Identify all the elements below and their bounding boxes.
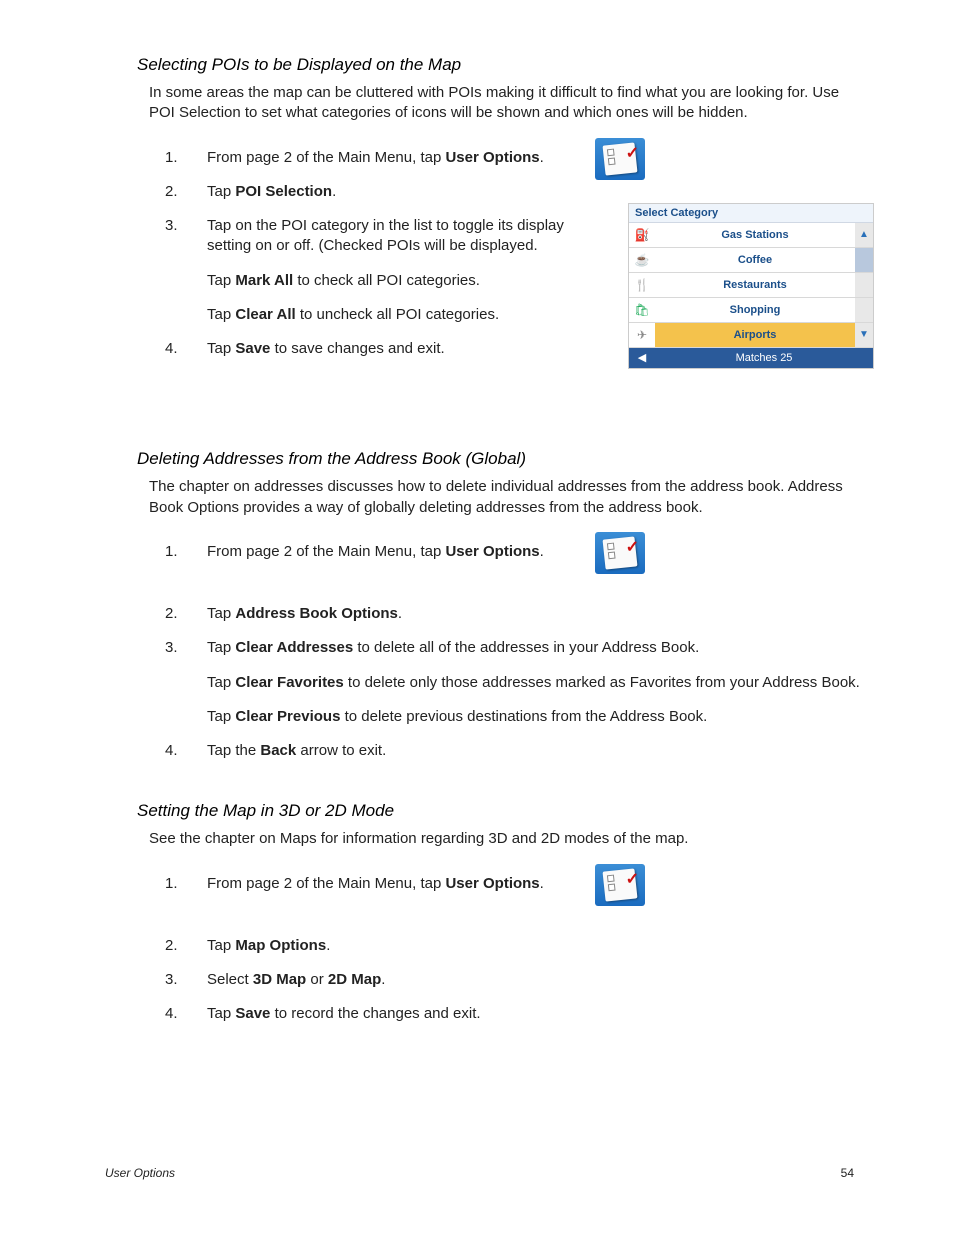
poi-screen-footer: ◀ Matches 25 [629, 348, 873, 368]
section-title-map: Setting the Map in 3D or 2D Mode [137, 801, 854, 821]
poi-category-icon: ⛽ [629, 228, 655, 242]
step-row: 2. Tap Address Book Options. [165, 604, 885, 624]
step-number: 4. [165, 339, 207, 359]
step-number: 4. [165, 741, 207, 761]
step-row: 4. Tap the Back arrow to exit. [165, 741, 885, 761]
section-intro-address: The chapter on addresses discusses how t… [149, 477, 854, 518]
step-number: 3. [165, 216, 207, 325]
step-body: From page 2 of the Main Menu, tap User O… [207, 542, 885, 562]
step-body: Tap Address Book Options. [207, 604, 885, 624]
step-body: Tap the Back arrow to exit. [207, 741, 885, 761]
step-row: 3. Select 3D Map or 2D Map. [165, 970, 885, 990]
scrollbar-track [855, 248, 873, 272]
step-number: 1. [165, 874, 207, 894]
section-intro-map: See the chapter on Maps for information … [149, 829, 854, 849]
step-list-poi: 1. From page 2 of the Main Menu, tap Use… [165, 148, 595, 360]
step-row: 3. Tap on the POI category in the list t… [165, 216, 595, 325]
poi-category-label: Airports [655, 329, 855, 341]
step-number: 2. [165, 936, 207, 956]
section-title-address: Deleting Addresses from the Address Book… [137, 449, 854, 469]
step-list-address: 1. From page 2 of the Main Menu, tap Use… [165, 542, 885, 762]
step-row: 1. From page 2 of the Main Menu, tap Use… [165, 542, 885, 562]
poi-category-icon: 🍴 [629, 278, 655, 292]
step-row: 3. Tap Clear Addresses to delete all of … [165, 638, 885, 727]
footer-section-name: User Options [105, 1166, 175, 1180]
poi-category-row: ⛽Gas Stations▲ [629, 223, 873, 248]
step-body: Tap Save to record the changes and exit. [207, 1004, 885, 1024]
step-row: 2. Tap POI Selection. [165, 182, 595, 202]
matches-text: Matches 25 [655, 352, 873, 364]
poi-screen-header: Select Category [629, 204, 873, 223]
poi-category-icon: ✈ [629, 328, 655, 342]
back-arrow-icon: ◀ [629, 351, 655, 364]
step-body: From page 2 of the Main Menu, tap User O… [207, 874, 885, 894]
step-number: 2. [165, 604, 207, 624]
poi-category-label: Coffee [655, 254, 855, 266]
user-options-icon: ✓ [595, 138, 645, 180]
poi-category-label: Gas Stations [655, 229, 855, 241]
step-row: 1. From page 2 of the Main Menu, tap Use… [165, 874, 885, 894]
step-body: Tap Map Options. [207, 936, 885, 956]
section-intro-poi: In some areas the map can be cluttered w… [149, 83, 854, 124]
step-row: 1. From page 2 of the Main Menu, tap Use… [165, 148, 595, 168]
footer-page-number: 54 [841, 1166, 854, 1180]
page-footer: User Options 54 [105, 1166, 854, 1180]
user-options-icon: ✓ [595, 864, 645, 906]
step-body: Tap Clear Addresses to delete all of the… [207, 638, 885, 727]
section-map-mode: Setting the Map in 3D or 2D Mode See the… [105, 801, 854, 1024]
poi-category-row: ✈Airports▼ [629, 323, 873, 348]
poi-selection-screenshot: Select Category ⛽Gas Stations▲☕Coffee🍴Re… [628, 203, 874, 369]
scrollbar-track [855, 298, 873, 322]
step-body: From page 2 of the Main Menu, tap User O… [207, 148, 595, 168]
poi-category-label: Shopping [655, 304, 855, 316]
step-row: 4. Tap Save to save changes and exit. [165, 339, 595, 359]
scroll-up-icon: ▲ [855, 223, 873, 247]
step-number: 2. [165, 182, 207, 202]
step-number: 3. [165, 638, 207, 727]
section-poi: Selecting POIs to be Displayed on the Ma… [105, 55, 854, 359]
section-address: Deleting Addresses from the Address Book… [105, 449, 854, 761]
poi-category-row: 🛍Shopping [629, 298, 873, 323]
poi-category-row: ☕Coffee [629, 248, 873, 273]
step-body: Select 3D Map or 2D Map. [207, 970, 885, 990]
scroll-down-icon: ▼ [855, 323, 873, 347]
step-number: 1. [165, 148, 207, 168]
step-body: Tap Save to save changes and exit. [207, 339, 595, 359]
step-number: 4. [165, 1004, 207, 1024]
user-options-icon: ✓ [595, 532, 645, 574]
poi-category-icon: ☕ [629, 253, 655, 267]
section-title-poi: Selecting POIs to be Displayed on the Ma… [137, 55, 854, 75]
step-body: Tap POI Selection. [207, 182, 595, 202]
step-row: 2. Tap Map Options. [165, 936, 885, 956]
scrollbar-track [855, 273, 873, 297]
step-number: 1. [165, 542, 207, 562]
document-page: Selecting POIs to be Displayed on the Ma… [0, 0, 954, 1235]
step-number: 3. [165, 970, 207, 990]
poi-category-row: 🍴Restaurants [629, 273, 873, 298]
step-row: 4. Tap Save to record the changes and ex… [165, 1004, 885, 1024]
step-body: Tap on the POI category in the list to t… [207, 216, 595, 325]
step-list-map: 1. From page 2 of the Main Menu, tap Use… [165, 874, 885, 1025]
poi-category-icon: 🛍 [629, 303, 655, 317]
poi-category-label: Restaurants [655, 279, 855, 291]
